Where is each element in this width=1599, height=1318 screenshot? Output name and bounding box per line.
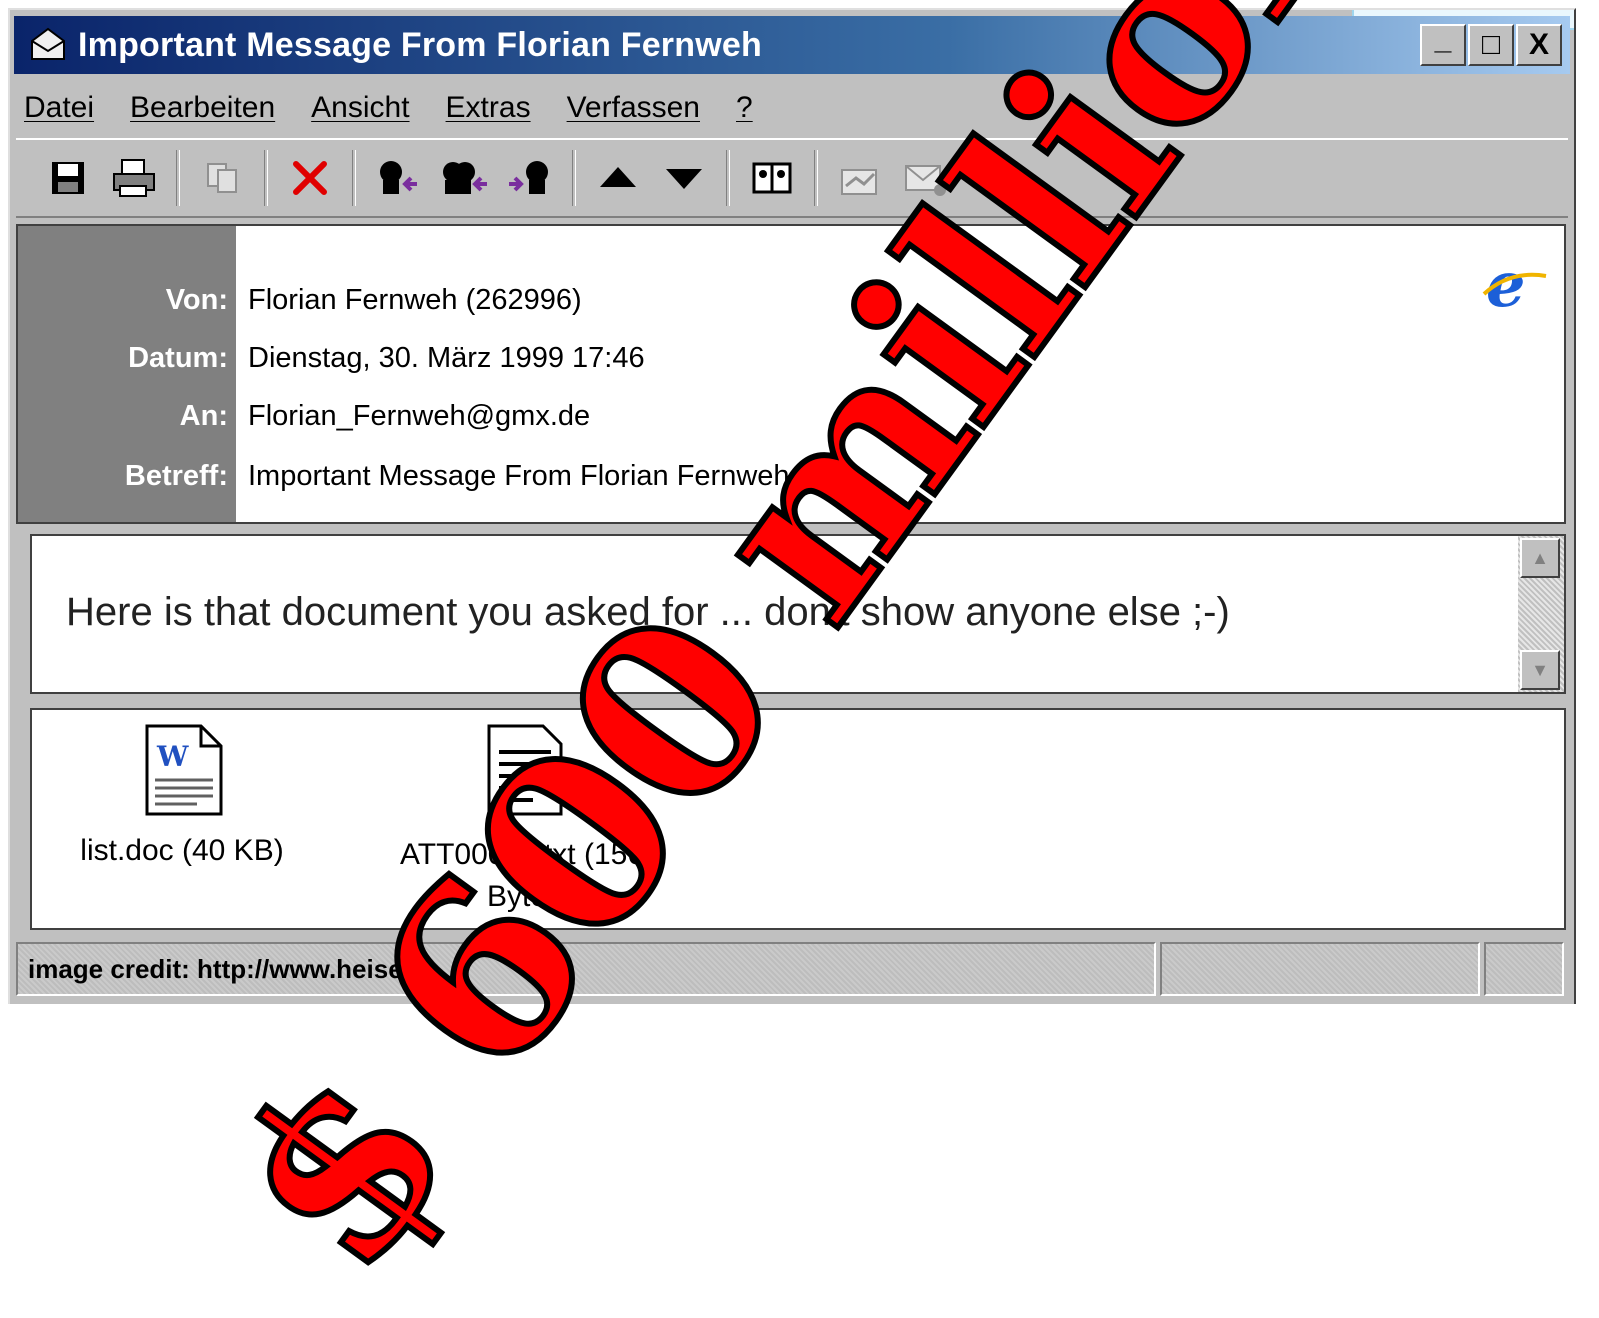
from-value[interactable]: Florian Fernweh (262996) (248, 284, 582, 317)
date-label: Datum: (128, 342, 228, 374)
message-body[interactable]: Here is that document you asked for ... … (30, 534, 1566, 694)
message-text: Here is that document you asked for ... … (66, 590, 1230, 634)
menu-help[interactable]: ? (736, 91, 753, 125)
menu-bearbeiten[interactable]: Bearbeiten (130, 91, 275, 125)
subject-label: Betreff: (124, 460, 228, 492)
mail-window: Important Message From Florian Fernweh _… (8, 8, 1576, 1004)
internet-explorer-icon: e (1480, 248, 1550, 330)
copy-icon[interactable] (194, 150, 250, 206)
maximize-button[interactable]: □ (1468, 24, 1514, 66)
toolbar-separator (814, 150, 818, 206)
status-text: image credit: http://www.heise.de (28, 953, 441, 984)
menu-bar: Datei Bearbeiten Ansicht Extras Verfasse… (24, 84, 789, 132)
subject-value: Important Message From Florian Fernweh (248, 460, 790, 492)
resize-grip-icon[interactable] (1484, 942, 1564, 996)
header-row-from: Von: Florian Fernweh (262996) (18, 284, 1564, 334)
menu-datei[interactable]: Datei (24, 91, 94, 125)
toolbar-separator (264, 150, 268, 206)
window-title: Important Message From Florian Fernweh (78, 25, 762, 64)
menu-verfassen[interactable]: Verfassen (567, 91, 700, 125)
forward-icon[interactable] (502, 150, 558, 206)
from-label: Von: (165, 284, 228, 316)
reply-all-icon[interactable] (436, 150, 492, 206)
header-row-date: Datum: Dienstag, 30. März 1999 17:46 (18, 342, 1564, 392)
header-row-subject: Betreff: Important Message From Florian … (18, 460, 1564, 510)
message-header: Von: Florian Fernweh (262996) Datum: Die… (16, 224, 1566, 524)
attachment-name: list.doc (40 KB) (80, 834, 284, 867)
word-doc-icon: W (137, 722, 227, 818)
svg-text:W: W (156, 740, 189, 773)
attachment-item[interactable]: ATT00011.txt (156 Byte) (382, 722, 662, 918)
save-icon[interactable] (40, 150, 96, 206)
minimize-button[interactable]: _ (1420, 23, 1466, 66)
attachment-item[interactable]: W list.doc (40 KB) (52, 722, 312, 868)
delete-icon[interactable] (282, 150, 338, 206)
scroll-down-button[interactable]: ▼ (1520, 650, 1560, 690)
status-bar: image credit: http://www.heise.de (16, 942, 1572, 998)
status-text-panel: image credit: http://www.heise.de (16, 942, 1156, 996)
toolbar-separator (176, 150, 180, 206)
print-icon[interactable] (106, 150, 162, 206)
toolbar-separator (352, 150, 356, 206)
to-value[interactable]: Florian_Fernweh@gmx.de (248, 400, 590, 433)
close-button[interactable]: X (1516, 24, 1562, 66)
text-file-icon (477, 722, 567, 818)
vertical-scrollbar[interactable]: ▲ ▼ (1518, 536, 1564, 692)
previous-icon[interactable] (590, 150, 646, 206)
attachment-name: ATT00011.txt (156 Byte) (399, 838, 644, 913)
sign-icon[interactable] (832, 150, 888, 206)
title-bar[interactable]: Important Message From Florian Fernweh _… (14, 16, 1570, 74)
header-row-to: An: Florian_Fernweh@gmx.de (18, 400, 1564, 450)
toolbar (16, 138, 1568, 218)
envelope-icon (28, 25, 68, 65)
scroll-up-button[interactable]: ▲ (1520, 538, 1560, 578)
toolbar-separator (726, 150, 730, 206)
toolbar-separator (572, 150, 576, 206)
menu-ansicht[interactable]: Ansicht (311, 91, 409, 125)
reply-icon[interactable] (370, 150, 426, 206)
attachments-pane: W list.doc (40 KB) ATT00011.txt (156 Byt… (30, 708, 1566, 930)
next-icon[interactable] (656, 150, 712, 206)
date-value: Dienstag, 30. März 1999 17:46 (248, 342, 645, 374)
encrypt-icon[interactable] (898, 150, 954, 206)
address-book-icon[interactable] (744, 150, 800, 206)
to-label: An: (179, 400, 228, 432)
status-panel-2 (1160, 942, 1480, 996)
menu-extras[interactable]: Extras (446, 91, 531, 125)
